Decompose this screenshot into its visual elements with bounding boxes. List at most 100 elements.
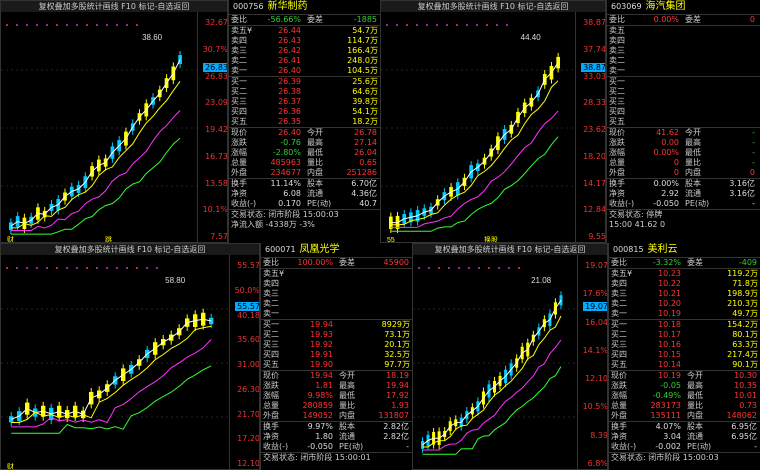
stat-label: 收益(-) <box>231 199 257 208</box>
bid-label: 买三 <box>263 340 279 349</box>
ask-label: 卖五 <box>609 26 625 35</box>
stat-label: 外盘 <box>611 411 627 420</box>
ask-price <box>645 46 679 56</box>
stat-label: 收益(-) <box>611 442 637 451</box>
bid-volume: 63.3万 <box>732 340 758 349</box>
ask-label: 卖二 <box>611 299 627 308</box>
bid-row: 买一 19.94 8929万 <box>261 320 412 330</box>
kline-chart[interactable]: 复权叠加多股统计画线 F10 标记-自选返回 21.08 19.07 17.6% 1… <box>412 243 608 470</box>
stat-label: 涨跌 <box>263 381 279 390</box>
stat-label: 收益(-) <box>263 442 289 451</box>
ask-price <box>645 56 679 66</box>
kline-svg: 58.80 财 <box>1 267 229 469</box>
stock-header[interactable]: 000815 美利云 <box>609 243 760 258</box>
stat-label: 最低 <box>685 148 701 157</box>
price-axis: 55.57 50.0% 40.18 35.60 31.00 26.30 21.70 17.20… <box>229 255 260 469</box>
ask-volume <box>679 46 758 56</box>
ask-price: 26.41 <box>278 56 301 65</box>
bid-volume <box>679 97 758 107</box>
chart-toolbar[interactable]: 复权叠加多股统计画线 F10 标记-自选返回 <box>381 1 605 12</box>
stat-value: 4.36亿 <box>351 189 377 198</box>
axis-tick-label: 31.00 <box>237 360 260 369</box>
peak-price-label: 38.60 <box>142 33 163 42</box>
bid-label: 买一 <box>609 77 625 86</box>
marker-dot <box>126 24 128 26</box>
bid-price: 10.14 <box>658 360 681 369</box>
fundamental-row: 换手 4.07% 股本 6.95亿 <box>609 422 760 432</box>
stat-label: 量比 <box>339 401 355 410</box>
bid-volume: 32.5万 <box>384 350 410 359</box>
price-axis: 38.87 37.74 33.03 28.33 23.62 18.20 14.17 12.84… <box>575 12 606 242</box>
stat-value: 4.07% <box>655 422 681 431</box>
marker-dot <box>26 24 28 26</box>
axis-tick-label: 23.09 <box>205 98 228 108</box>
axis-tick-label: 17.20 <box>237 434 260 444</box>
ask-volume: 198.9万 <box>727 289 758 298</box>
stat-label: 外盘 <box>263 411 279 420</box>
stat-value: 10.19 <box>658 371 681 380</box>
chart-toolbar[interactable]: 复权叠加多股统计画线 F10 标记-自选返回 <box>1 1 227 12</box>
chart-toolbar[interactable]: 复权叠加多股统计画线 F10 标记-自选返回 <box>1 244 259 255</box>
weibi-row: 委比 -3.32% 委差 -409 <box>609 258 760 268</box>
chart-toolbar[interactable]: 复权叠加多股统计画线 F10 标记-自选返回 <box>413 244 607 255</box>
axis-tick-label: 30.7% <box>202 44 228 54</box>
weibi-row: 委比 100.00% 委差 45900 <box>261 258 412 268</box>
stat-label: 涨跌 <box>609 138 625 147</box>
bid-volume <box>679 77 758 87</box>
moving-average-line <box>422 300 562 446</box>
stat-label: 总量 <box>263 401 279 410</box>
bid-volume: 154.2万 <box>727 320 758 329</box>
stat-label: 总量 <box>231 158 247 167</box>
stock-header[interactable]: 600071 凤凰光学 <box>261 243 412 258</box>
stat-value: 6.95亿 <box>731 422 757 431</box>
marker-dot <box>6 267 8 269</box>
bid-label: 买二 <box>611 330 627 339</box>
candle-body <box>556 56 560 69</box>
ask-row: 卖五¥ <box>261 269 412 279</box>
ask-price: 26.43 <box>278 36 301 45</box>
stat-value: 6.70亿 <box>351 179 377 188</box>
candle-body <box>9 222 13 230</box>
ask-row: 卖五 <box>607 26 760 36</box>
kline-chart[interactable]: 复权叠加多股统计画线 F10 标记-自选返回 38.60 财 跳 32.67 30.7… <box>0 0 228 243</box>
kline-chart[interactable]: 复权叠加多股统计画线 F10 标记-自选返回 44.40 55 换股 38.87 37… <box>380 0 606 243</box>
stat-label: 换手 <box>263 422 279 431</box>
stat-value: 0.00% <box>653 148 679 157</box>
weibi-label: 委比 <box>609 15 625 24</box>
stock-header[interactable]: 603069 海汽集团 <box>607 0 760 15</box>
stat-value: -2.80% <box>272 148 301 157</box>
stat-label: 现价 <box>231 128 247 137</box>
marker-dot <box>496 24 498 26</box>
marker-dot <box>76 24 78 26</box>
ask-row: 卖四 <box>261 279 412 289</box>
stock-panel-600071: 复权叠加多股统计画线 F10 标记-自选返回 58.80 财 55.57 50.0%… <box>0 243 412 470</box>
stat-row: 外盘 234677 内盘 251286 <box>229 168 380 178</box>
ask-price <box>299 289 333 299</box>
bid-row: 买五 <box>607 117 760 127</box>
bid-row: 买五 19.90 97.7万 <box>261 360 412 370</box>
stat-value: 485963 <box>270 158 301 167</box>
ask-label: 卖三 <box>611 289 627 298</box>
ask-row: 卖三 10.21 198.9万 <box>609 289 760 299</box>
stat-value: 251286 <box>346 168 377 177</box>
ask-label: 卖三 <box>231 46 247 55</box>
stat-label: 最高 <box>339 381 355 390</box>
axis-tick-label: 18.20 <box>583 151 606 161</box>
ask-label: 卖二 <box>263 299 279 308</box>
axis-tick-label: 9.55 <box>588 232 606 241</box>
bid-price: 19.92 <box>310 340 333 349</box>
ask-label: 卖四 <box>263 279 279 288</box>
stat-value: -0.76 <box>280 138 301 147</box>
axis-tick-label: 26.30 <box>237 384 260 394</box>
marker-dot <box>416 24 418 26</box>
bid-label: 买二 <box>609 87 625 96</box>
stat-label: 股本 <box>339 422 355 431</box>
kline-chart[interactable]: 复权叠加多股统计画线 F10 标记-自选返回 58.80 财 55.57 50.0%… <box>0 243 260 470</box>
stock-header[interactable]: 000756 新华制药 <box>229 0 380 15</box>
event-marker: 跳 <box>105 235 112 243</box>
bid-row: 买三 <box>607 97 760 107</box>
bid-volume: 97.7万 <box>384 360 410 369</box>
stock-name: 新华制药 <box>267 1 308 12</box>
ask-price: 10.22 <box>658 279 681 288</box>
stat-label: 今开 <box>307 128 323 137</box>
